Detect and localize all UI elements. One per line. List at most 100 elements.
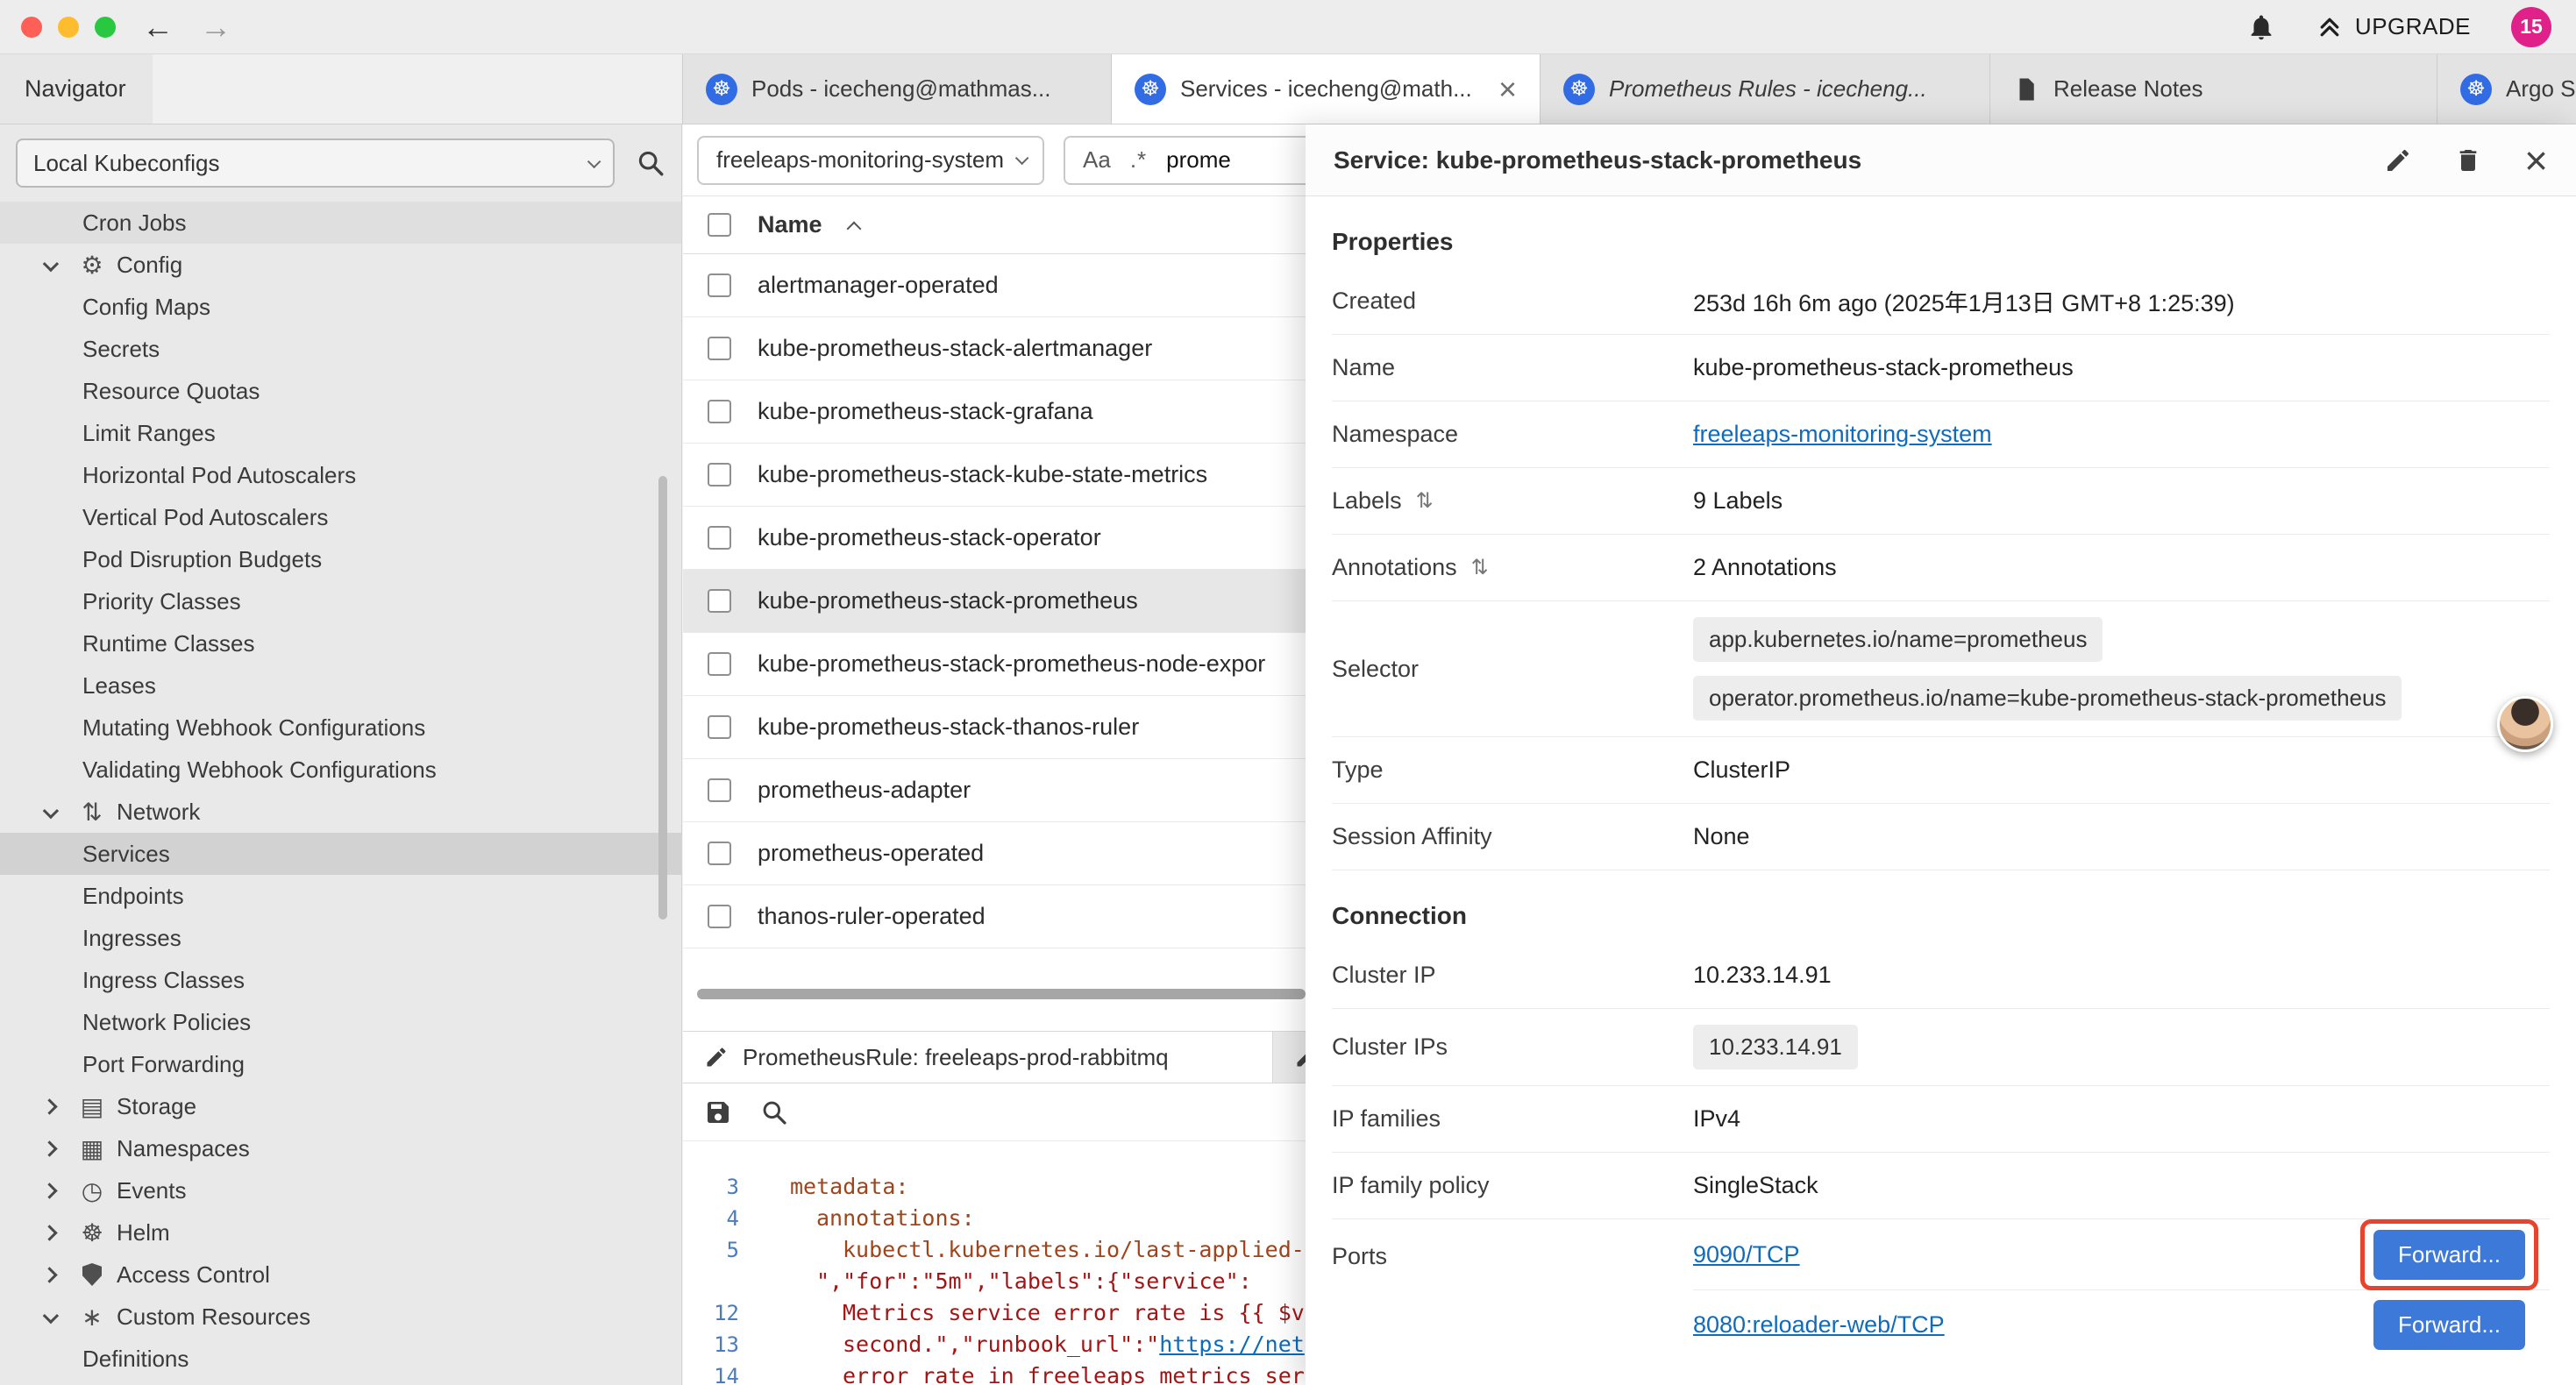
sidebar-item-cron-jobs[interactable]: Cron Jobs — [0, 202, 681, 244]
sidebar-item-label: Runtime Classes — [82, 630, 255, 657]
drawer-title: Service: kube-prometheus-stack-prometheu… — [1334, 146, 1861, 174]
tab-prometheus-rules-icecheng[interactable]: ☸ Prometheus Rules - icecheng... — [1541, 54, 1990, 124]
edit-icon[interactable] — [2384, 146, 2412, 174]
forward-icon[interactable]: → — [200, 11, 231, 43]
sidebar-item-horizontal-pod-autoscalers[interactable]: Horizontal Pod Autoscalers — [0, 454, 681, 496]
value-badge: 10.233.14.91 — [1693, 1025, 1858, 1069]
name-column-header[interactable]: Name — [758, 211, 822, 238]
row-checkbox[interactable] — [708, 337, 731, 360]
sidebar-item-port-forwarding[interactable]: Port Forwarding — [0, 1043, 681, 1085]
sidebar-item-helm[interactable]: ☸Helm — [0, 1211, 681, 1254]
tab-services-icecheng-math[interactable]: ☸Services - icecheng@math...× — [1112, 54, 1541, 124]
tab-label: Prometheus Rules - icecheng... — [1609, 75, 1967, 103]
delete-icon[interactable] — [2454, 146, 2482, 174]
sidebar-item-events[interactable]: ◷Events — [0, 1169, 681, 1211]
sidebar-item-config-maps[interactable]: Config Maps — [0, 286, 681, 328]
sort-ascending-icon[interactable] — [846, 221, 861, 236]
sidebar-item-storage[interactable]: ▤Storage — [0, 1085, 681, 1127]
row-checkbox[interactable] — [708, 652, 731, 676]
sidebar-item-priority-classes[interactable]: Priority Classes — [0, 580, 681, 622]
code-segment: error rate in freeleaps metrics ser — [843, 1363, 1305, 1385]
sidebar-item-vertical-pod-autoscalers[interactable]: Vertical Pod Autoscalers — [0, 496, 681, 538]
tab-pods-icecheng-mathmas[interactable]: ☸Pods - icecheng@mathmas... — [682, 54, 1112, 124]
port-link[interactable]: 8080:reloader-web/TCP — [1693, 1311, 1945, 1339]
editor-search-icon[interactable] — [760, 1098, 788, 1126]
chevron-none-icon — [41, 1183, 57, 1198]
close-window-button[interactable] — [21, 17, 42, 38]
sidebar-item-ingresses[interactable]: Ingresses — [0, 917, 681, 959]
namespace-link[interactable]: freeleaps-monitoring-system — [1693, 421, 1992, 448]
sidebar-item-label: Network Policies — [82, 1009, 251, 1036]
sidebar-item-validating-webhook-configurations[interactable]: Validating Webhook Configurations — [0, 749, 681, 791]
sidebar-item-limit-ranges[interactable]: Limit Ranges — [0, 412, 681, 454]
sidebar-item-runtime-classes[interactable]: Runtime Classes — [0, 622, 681, 664]
sidebar-item-config[interactable]: ⚙Config — [0, 244, 681, 286]
match-case-icon[interactable]: Aa — [1083, 146, 1111, 174]
sidebar-item-definitions[interactable]: Definitions — [0, 1338, 681, 1380]
row-checkbox[interactable] — [708, 778, 731, 802]
row-checkbox[interactable] — [708, 589, 731, 613]
upgrade-button[interactable]: UPGRADE — [2316, 13, 2471, 40]
row-checkbox[interactable] — [708, 463, 731, 487]
row-checkbox[interactable] — [708, 842, 731, 865]
sidebar-item-network-policies[interactable]: Network Policies — [0, 1001, 681, 1043]
close-tab-icon[interactable]: × — [1498, 74, 1517, 105]
forward-button-wrap: Forward... — [2373, 1300, 2525, 1350]
minimize-window-button[interactable] — [58, 17, 79, 38]
sidebar-item-leases[interactable]: Leases — [0, 664, 681, 707]
sidebar-item-network[interactable]: ⇅Network — [0, 791, 681, 833]
sidebar-item-label: Horizontal Pod Autoscalers — [82, 462, 356, 489]
sort-toggle-icon[interactable]: ⇅ — [1416, 488, 1434, 514]
scrollbar-thumb[interactable] — [697, 989, 1306, 999]
sidebar-item-resource-quotas[interactable]: Resource Quotas — [0, 370, 681, 412]
forward-button[interactable]: Forward... — [2373, 1300, 2525, 1350]
sidebar-scrollbar[interactable] — [658, 476, 667, 920]
helm-icon: ☸ — [75, 1218, 110, 1247]
custom-icon: ∗ — [75, 1303, 110, 1332]
shield-glyph — [82, 1263, 102, 1286]
select-all-checkbox[interactable] — [708, 213, 731, 237]
sidebar-item-secrets[interactable]: Secrets — [0, 328, 681, 370]
notifications-bell-icon[interactable] — [2246, 12, 2276, 42]
back-icon[interactable]: ← — [142, 11, 174, 43]
kubernetes-icon: ☸ — [706, 74, 737, 105]
sidebar-item-pod-disruption-budgets[interactable]: Pod Disruption Budgets — [0, 538, 681, 580]
sidebar-item-ingress-classes[interactable]: Ingress Classes — [0, 959, 681, 1001]
detail-label-text: Cluster IPs — [1332, 1033, 1448, 1061]
tab-argo-se[interactable]: ☸Argo Se — [2437, 54, 2576, 124]
sidebar-item-access-control[interactable]: Access Control — [0, 1254, 681, 1296]
notification-count-badge[interactable]: 15 — [2511, 7, 2551, 47]
detail-label-text: Ports — [1332, 1243, 1387, 1270]
code-segment: https://net — [1159, 1332, 1305, 1357]
sidebar-item-label: Namespaces — [117, 1135, 250, 1162]
kubernetes-icon: ☸ — [1563, 74, 1595, 105]
code-segment: second.","runbook_url":" — [843, 1332, 1159, 1357]
avatar[interactable] — [2497, 696, 2553, 752]
kubeconfig-selector[interactable]: Local Kubeconfigs — [16, 138, 615, 188]
forward-button[interactable]: Forward... — [2373, 1230, 2525, 1280]
horizontal-scrollbar[interactable] — [697, 989, 1306, 999]
tab-release-notes[interactable]: Release Notes — [1990, 54, 2437, 124]
sidebar-item-endpoints[interactable]: Endpoints — [0, 875, 681, 917]
sidebar-item-services[interactable]: Services — [0, 833, 681, 875]
zoom-window-button[interactable] — [95, 17, 116, 38]
namespace-filter-dropdown[interactable]: freeleaps-monitoring-system — [697, 136, 1044, 185]
sidebar-item-namespaces[interactable]: ▦Namespaces — [0, 1127, 681, 1169]
detail-row-name: Namekube-prometheus-stack-prometheus — [1332, 335, 2550, 401]
editor-tab-prometheusrule[interactable]: PrometheusRule: freeleaps-prod-rabbitmq — [683, 1032, 1273, 1083]
sidebar-search-icon[interactable] — [636, 148, 665, 178]
sort-toggle-icon[interactable]: ⇅ — [1471, 555, 1489, 580]
detail-text: IPv4 — [1693, 1105, 1740, 1133]
sidebar-item-mutating-webhook-configurations[interactable]: Mutating Webhook Configurations — [0, 707, 681, 749]
save-icon[interactable] — [704, 1098, 732, 1126]
regex-icon[interactable]: .* — [1130, 146, 1147, 174]
row-checkbox[interactable] — [708, 400, 731, 423]
row-checkbox[interactable] — [708, 273, 731, 297]
port-link[interactable]: 9090/TCP — [1693, 1241, 1800, 1268]
close-icon[interactable]: × — [2524, 140, 2548, 181]
detail-value: 2 Annotations — [1693, 554, 2550, 581]
row-checkbox[interactable] — [708, 715, 731, 739]
row-checkbox[interactable] — [708, 905, 731, 928]
row-checkbox[interactable] — [708, 526, 731, 550]
sidebar-item-custom-resources[interactable]: ∗Custom Resources — [0, 1296, 681, 1338]
